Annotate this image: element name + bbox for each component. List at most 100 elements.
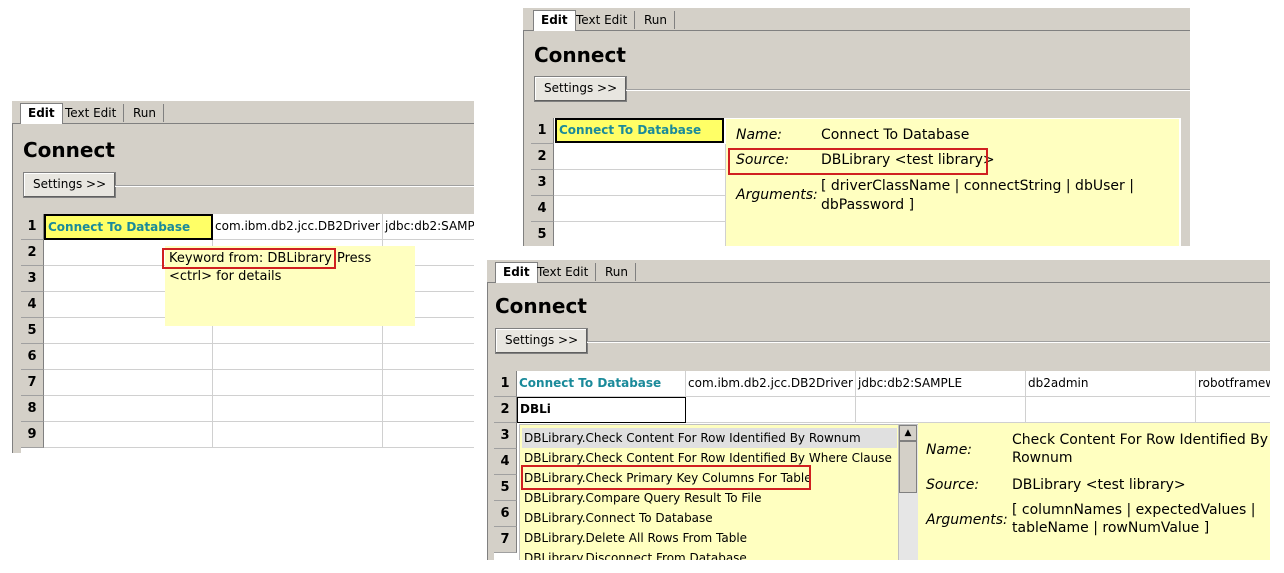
page-title: Connect bbox=[495, 294, 587, 318]
table-cell[interactable] bbox=[44, 396, 213, 422]
name-label: Name: bbox=[926, 442, 973, 458]
table-cell[interactable]: com.ibm.db2.jcc.DB2Driver bbox=[213, 214, 383, 240]
tab-run[interactable]: Run bbox=[126, 104, 165, 122]
table-cell[interactable] bbox=[383, 370, 474, 396]
keyword-doc-tooltip: Name: Check Content For Row Identified B… bbox=[918, 423, 1270, 560]
suggestion-item[interactable]: DBLibrary.Compare Query Result To File bbox=[524, 488, 762, 508]
suggestion-item[interactable]: DBLibrary.Connect To Database bbox=[524, 508, 713, 528]
tab-run[interactable]: Run bbox=[598, 263, 637, 281]
tab-run[interactable]: Run bbox=[637, 11, 676, 29]
table-cell[interactable] bbox=[383, 396, 474, 422]
suggestion-item[interactable]: DBLibrary.Disconnect From Database bbox=[524, 548, 747, 560]
tab-bar: Edit Text Edit Run bbox=[523, 8, 1190, 31]
table-cell-keyword[interactable]: Connect To Database bbox=[44, 214, 213, 240]
table-cell[interactable] bbox=[44, 422, 213, 448]
row-header[interactable]: 6 bbox=[494, 501, 517, 527]
arguments-label: Arguments: bbox=[736, 187, 818, 203]
scroll-thumb[interactable] bbox=[899, 441, 917, 493]
table-cell[interactable] bbox=[554, 196, 726, 222]
page-title: Connect bbox=[23, 138, 115, 162]
table-cell[interactable] bbox=[686, 397, 856, 423]
divider bbox=[626, 89, 1190, 91]
name-value: Connect To Database bbox=[821, 127, 970, 143]
highlight-box bbox=[521, 465, 811, 490]
row-header[interactable]: 7 bbox=[494, 527, 517, 553]
table-cell[interactable] bbox=[856, 397, 1026, 423]
page-title: Connect bbox=[534, 43, 626, 67]
arguments-value-cont: dbPassword ] bbox=[821, 197, 915, 213]
table-cell[interactable] bbox=[383, 344, 474, 370]
row-header[interactable]: 6 bbox=[21, 344, 44, 370]
list-scrollbar[interactable]: ▲ bbox=[898, 425, 918, 560]
suggestion-item[interactable]: DBLibrary.Check Content For Row Identifi… bbox=[522, 428, 897, 448]
suggestion-item[interactable]: DBLibrary.Delete All Rows From Table bbox=[524, 528, 747, 548]
table-cell[interactable]: db2admin bbox=[1026, 371, 1196, 397]
row-header[interactable]: 4 bbox=[21, 292, 44, 318]
row-header[interactable]: 5 bbox=[494, 475, 517, 501]
tab-text-edit[interactable]: Text Edit bbox=[569, 11, 636, 29]
tab-text-edit[interactable]: Text Edit bbox=[530, 263, 597, 281]
row-header[interactable]: 9 bbox=[21, 422, 44, 448]
row-header[interactable]: 2 bbox=[21, 240, 44, 266]
row-header[interactable]: 3 bbox=[531, 170, 554, 196]
row-header[interactable]: 4 bbox=[531, 196, 554, 222]
table-cell[interactable]: jdbc:db2:SAMPLE bbox=[856, 371, 1026, 397]
row-header[interactable]: 1 bbox=[494, 371, 517, 397]
settings-button[interactable]: Settings >> bbox=[23, 172, 117, 198]
row-header[interactable]: 2 bbox=[531, 144, 554, 170]
keyword-doc-tooltip: Name: Connect To Database Source: DBLibr… bbox=[726, 119, 1179, 246]
editor-content: Connect Settings >> 1 2 3 4 5 6 7 Connec… bbox=[487, 283, 1270, 560]
tooltip-press: Press bbox=[337, 251, 372, 266]
divider bbox=[587, 341, 1270, 343]
tab-bar: Edit Text Edit Run bbox=[12, 101, 474, 124]
autocomplete-list: DBLibrary.Check Content For Row Identifi… bbox=[519, 424, 918, 560]
editor-panel-left: Edit Text Edit Run Connect Settings >> 1… bbox=[12, 101, 474, 453]
table-cell[interactable] bbox=[213, 344, 383, 370]
table-cell[interactable] bbox=[44, 344, 213, 370]
table-cell[interactable]: robotframew bbox=[1196, 371, 1270, 397]
tab-edit[interactable]: Edit bbox=[20, 103, 63, 124]
row-header[interactable]: 3 bbox=[21, 266, 44, 292]
table-cell[interactable] bbox=[213, 422, 383, 448]
row-header[interactable]: 1 bbox=[21, 214, 44, 240]
row-header[interactable]: 4 bbox=[494, 449, 517, 475]
keyword-input[interactable]: DBLi bbox=[517, 397, 686, 423]
table-cell[interactable] bbox=[554, 222, 726, 246]
row-header[interactable]: 2 bbox=[494, 397, 517, 423]
highlight-box bbox=[162, 248, 336, 269]
editor-panel-top: Edit Text Edit Run Connect Settings >> 1… bbox=[523, 8, 1190, 246]
row-header[interactable]: 7 bbox=[21, 370, 44, 396]
arguments-value: [ columnNames | expectedValues | bbox=[1012, 502, 1256, 518]
table-cell[interactable] bbox=[213, 370, 383, 396]
arguments-label: Arguments: bbox=[926, 512, 1008, 528]
source-value: DBLibrary <test library> bbox=[1012, 477, 1186, 493]
table-cell[interactable] bbox=[383, 422, 474, 448]
table-cell[interactable] bbox=[44, 370, 213, 396]
row-header[interactable]: 5 bbox=[531, 222, 554, 246]
table-cell[interactable] bbox=[554, 144, 726, 170]
row-header[interactable]: 3 bbox=[494, 423, 517, 449]
scroll-up-icon[interactable]: ▲ bbox=[899, 425, 917, 441]
table-cell[interactable] bbox=[213, 396, 383, 422]
table-cell[interactable] bbox=[554, 170, 726, 196]
settings-button[interactable]: Settings >> bbox=[495, 328, 589, 354]
editor-panel-bottom: Edit Text Edit Run Connect Settings >> 1… bbox=[487, 260, 1270, 560]
divider bbox=[115, 185, 474, 187]
source-label: Source: bbox=[926, 477, 980, 493]
arguments-value-cont: tableName | rowNumValue ] bbox=[1012, 520, 1210, 536]
tab-text-edit[interactable]: Text Edit bbox=[58, 104, 125, 122]
keyword-tooltip: Keyword from: DBLibrary Press <ctrl> for… bbox=[162, 246, 415, 326]
table-cell[interactable] bbox=[1026, 397, 1196, 423]
name-label: Name: bbox=[736, 127, 783, 143]
table-cell[interactable] bbox=[1196, 397, 1270, 423]
settings-button[interactable]: Settings >> bbox=[534, 76, 628, 102]
highlight-box bbox=[728, 148, 988, 175]
table-cell[interactable]: jdbc:db2:SAMP bbox=[383, 214, 474, 240]
row-header[interactable]: 1 bbox=[531, 118, 554, 144]
tab-bar: Edit Text Edit Run bbox=[487, 260, 1270, 283]
table-cell[interactable]: com.ibm.db2.jcc.DB2Driver bbox=[686, 371, 856, 397]
table-cell-keyword[interactable]: Connect To Database bbox=[517, 371, 686, 397]
row-header[interactable]: 8 bbox=[21, 396, 44, 422]
table-cell-keyword[interactable]: Connect To Database bbox=[555, 118, 724, 143]
row-header[interactable]: 5 bbox=[21, 318, 44, 344]
